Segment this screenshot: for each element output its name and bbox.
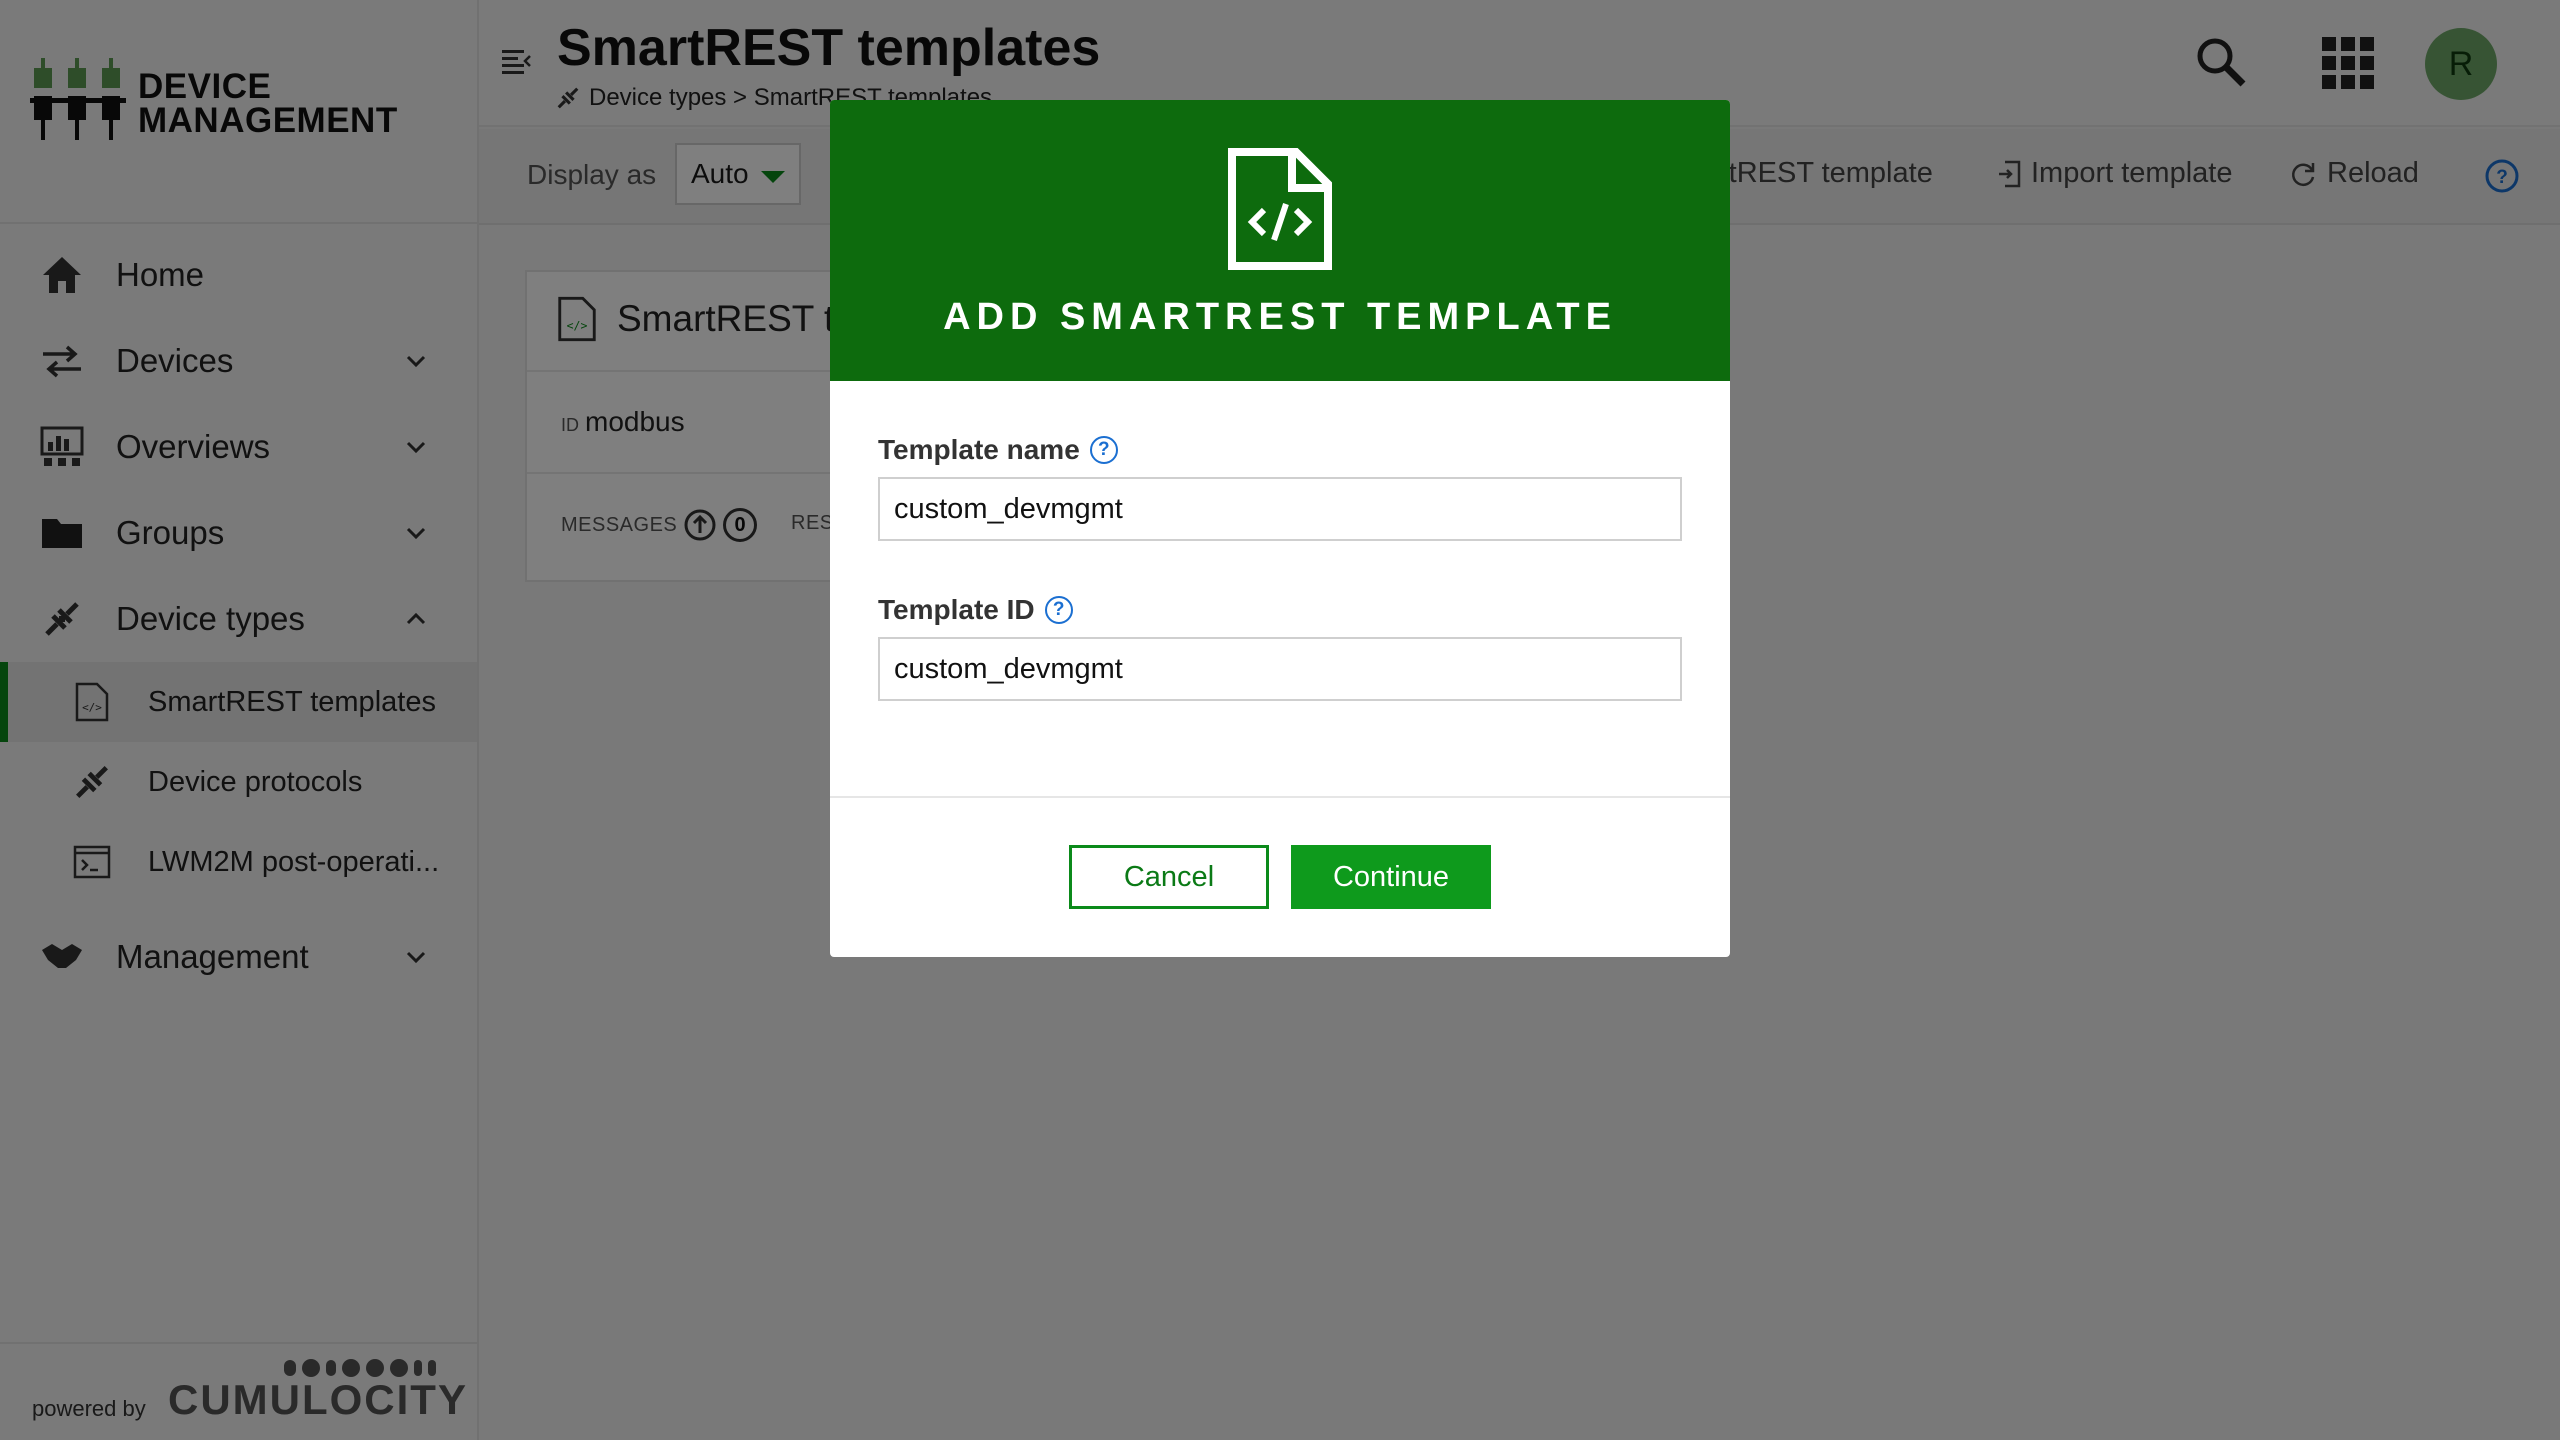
help-icon[interactable]: ? [1089, 436, 1118, 464]
template-id-label-text: Template ID [878, 594, 1035, 625]
add-smartrest-template-dialog: ADD SMARTREST TEMPLATE Template name ? T… [830, 100, 1730, 957]
cancel-button[interactable]: Cancel [1069, 845, 1269, 909]
template-name-label-text: Template name [878, 434, 1080, 465]
template-name-label: Template name ? [878, 434, 1118, 466]
continue-button[interactable]: Continue [1291, 845, 1491, 909]
template-id-label: Template ID ? [878, 594, 1073, 626]
help-icon[interactable]: ? [1044, 596, 1073, 624]
divider [830, 796, 1730, 798]
template-id-input[interactable] [878, 637, 1682, 701]
modal-header: ADD SMARTREST TEMPLATE [830, 100, 1730, 381]
modal-title: ADD SMARTREST TEMPLATE [943, 296, 1617, 338]
template-name-input[interactable] [878, 477, 1682, 541]
code-file-icon [1228, 148, 1332, 270]
